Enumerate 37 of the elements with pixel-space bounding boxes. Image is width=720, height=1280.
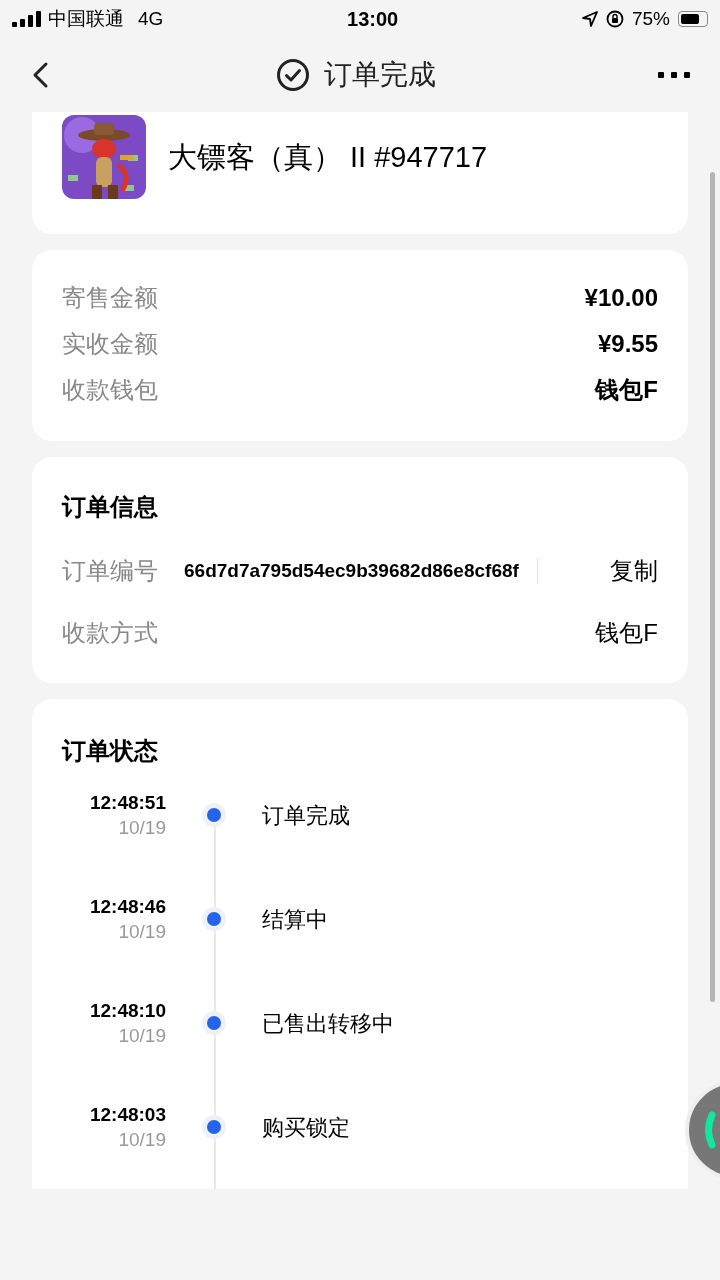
section-title: 订单信息 [62,492,159,522]
step-date: 10/19 [118,1128,166,1152]
more-icon [658,71,690,79]
step-time: 12:48:10 [89,999,166,1023]
location-icon [582,11,598,27]
step-date: 10/19 [118,816,166,840]
field-label: 实收金额 [62,328,158,359]
section-title: 订单状态 [62,736,159,766]
network-type: 4G [138,6,164,31]
page-title: 订单完成 [324,58,436,92]
copy-button[interactable]: 复制 [610,553,658,589]
rotation-lock-icon [606,10,624,28]
check-circle-icon [276,58,310,92]
signal-icon [12,11,42,27]
battery-icon [678,11,708,27]
step-label: 结算中 [262,906,328,934]
field-label: 寄售金额 [62,282,158,313]
field-label: 收款方式 [62,618,158,648]
step-time: 12:48:46 [89,895,166,919]
field-value: ¥10.00 [584,282,658,313]
battery-percent: 75% [632,6,670,31]
field-value: 钱包F [595,618,658,648]
step-time: 12:48:03 [89,1103,166,1127]
step-label: 购买锁定 [262,1114,350,1142]
field-label: 订单编号 [62,556,158,586]
field-value: 钱包F [595,374,658,405]
order-number: 66d7d7a795d54ec9b39682d86e8cf68f [184,558,519,583]
product-name: 大镖客（真） II #947717 [168,140,488,175]
field-value: ¥9.55 [597,328,658,359]
carrier-name: 中国联通 [48,6,124,31]
step-time: 12:48:51 [89,791,166,815]
clock: 13:00 [347,7,399,32]
step-date: 10/19 [118,920,166,944]
step-label: 已售出转移中 [262,1010,394,1038]
field-label: 收款钱包 [62,374,158,405]
step-label: 订单完成 [262,802,350,830]
step-date: 10/19 [118,1024,166,1048]
